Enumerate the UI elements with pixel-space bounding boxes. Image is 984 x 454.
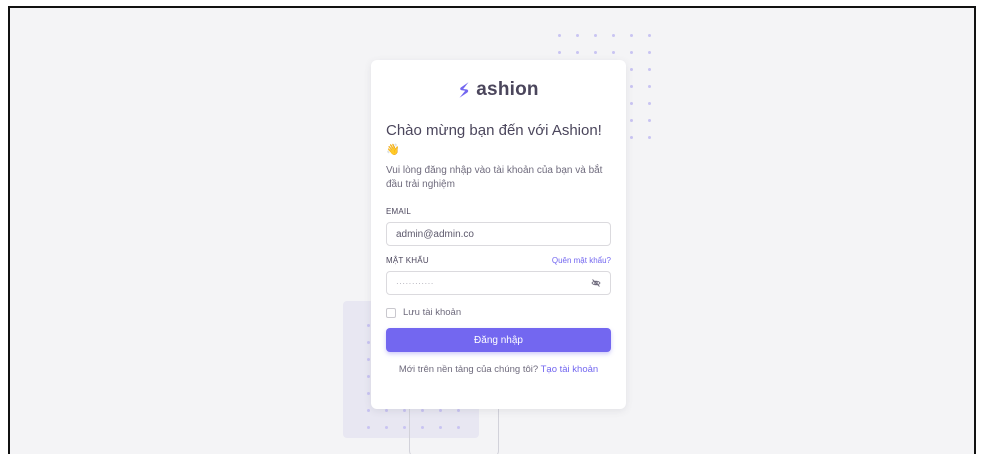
signup-prompt: Mới trên nền tảng của chúng tôi? Tạo tài…: [386, 364, 611, 375]
waving-hand-icon: 👋: [386, 144, 400, 156]
brand-name: ashion: [476, 79, 539, 100]
welcome-subtitle: Vui lòng đăng nhập vào tài khoản của bạn…: [386, 165, 603, 190]
brand-logo: ashion: [386, 79, 611, 101]
password-input[interactable]: ············: [386, 271, 611, 295]
remember-me[interactable]: Lưu tài khoản: [386, 307, 611, 318]
eye-off-icon[interactable]: [591, 278, 601, 288]
email-input[interactable]: admin@admin.co: [386, 222, 611, 246]
password-label-row: MẬT KHẨU Quên mật khẩu?: [386, 256, 611, 265]
create-account-link[interactable]: Tạo tài khoản: [541, 364, 599, 375]
brand-s-icon: [458, 81, 470, 99]
password-label: MẬT KHẨU: [386, 256, 429, 265]
password-masked-value: ············: [396, 278, 434, 288]
remember-label[interactable]: Lưu tài khoản: [403, 307, 461, 318]
forgot-password-link[interactable]: Quên mật khẩu?: [552, 256, 611, 265]
page-background: ashion Chào mừng bạn đến với Ashion! 👋 V…: [8, 6, 976, 454]
welcome-title: Chào mừng bạn đến với Ashion! 👋: [386, 122, 611, 158]
signup-prompt-text: Mới trên nền tảng của chúng tôi?: [398, 364, 539, 375]
welcome-title-text: Chào mừng bạn đến với Ashion!: [386, 122, 602, 139]
email-label: EMAIL: [386, 207, 412, 216]
login-card: ashion Chào mừng bạn đến với Ashion! 👋 V…: [371, 60, 626, 409]
login-button[interactable]: Đăng nhập: [386, 328, 611, 352]
remember-checkbox[interactable]: [386, 307, 396, 318]
email-input-value: admin@admin.co: [396, 228, 474, 240]
